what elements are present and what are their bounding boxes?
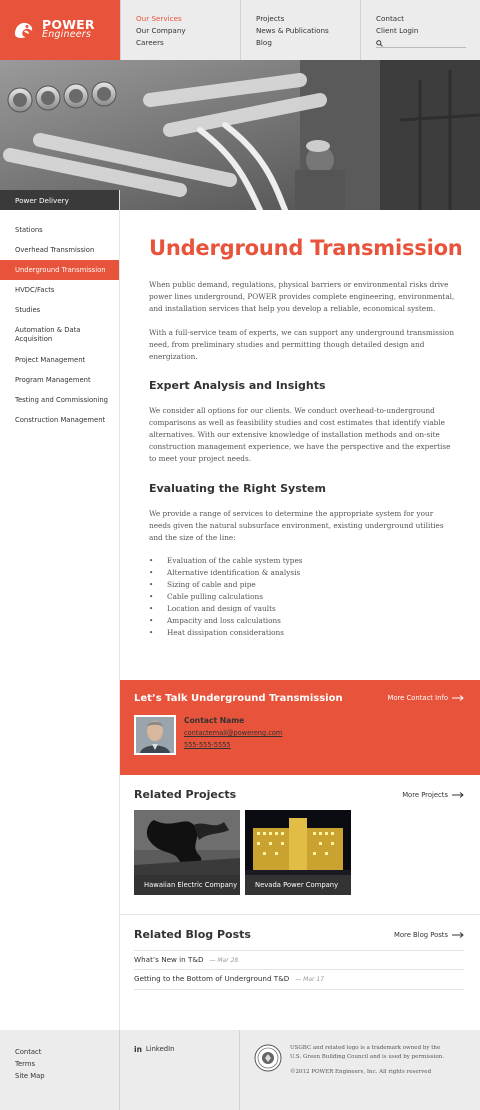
search-input[interactable]	[376, 39, 466, 48]
nav-our-services[interactable]: Our Services	[136, 13, 240, 25]
sidebar-item-overhead-transmission[interactable]: Overhead Transmission	[0, 240, 119, 260]
logo-mark-icon	[15, 22, 33, 38]
intro-paragraph-1: When public demand, regulations, physica…	[149, 280, 455, 313]
hero-image	[0, 60, 480, 210]
blog-post-title[interactable]: Getting to the Bottom of Underground T&D	[134, 974, 289, 983]
arrow-right-icon	[452, 695, 464, 701]
footer-link-terms[interactable]: Terms	[15, 1058, 119, 1070]
blog-post-date: Mar 28	[217, 957, 239, 964]
usgbc-trademark-text: USGBC and related logo is a trademark ow…	[290, 1045, 444, 1060]
logo-text-line2: Engineers	[42, 29, 92, 40]
services-list: Evaluation of the cable system types Alt…	[149, 555, 449, 639]
contact-avatar	[134, 715, 176, 755]
sidebar: Power Delivery Stations Overhead Transmi…	[0, 190, 120, 1030]
more-blog-posts-link[interactable]: More Blog Posts	[394, 931, 464, 939]
blog-post-date: Mar 17	[303, 976, 325, 983]
more-projects-link[interactable]: More Projects	[402, 791, 464, 799]
nav-news-publications[interactable]: News & Publications	[256, 25, 360, 37]
blog-post-row[interactable]: Getting to the Bottom of Underground T&D…	[134, 970, 464, 990]
search-icon[interactable]	[376, 39, 383, 47]
sidebar-item-program-management[interactable]: Program Management	[0, 370, 119, 390]
nav-column-1: Our Services Our Company Careers	[120, 0, 240, 60]
contact-name: Contact Name	[184, 716, 245, 725]
linkedin-label: LinkedIn	[145, 1045, 175, 1053]
sidebar-item-testing-commissioning[interactable]: Testing and Commissioning	[0, 390, 119, 410]
site-footer: Contact Terms Site Map in LinkedIn USGBC…	[0, 1030, 480, 1110]
list-item: Evaluation of the cable system types	[149, 555, 449, 567]
sidebar-item-underground-transmission[interactable]: Underground Transmission	[0, 260, 119, 280]
project-tile-hawaiian-electric[interactable]: Hawaiian Electric Company	[134, 810, 240, 895]
hero-construction-photo	[0, 60, 480, 210]
linkedin-icon: in	[134, 1045, 142, 1054]
footer-link-contact[interactable]: Contact	[15, 1046, 119, 1058]
project-tile-caption: Nevada Power Company	[245, 875, 351, 895]
sidebar-item-hvdc-facts[interactable]: HVDC/Facts	[0, 280, 119, 300]
intro-paragraph-2: With a full-service team of experts, we …	[149, 328, 455, 361]
list-item: Sizing of cable and pipe	[149, 579, 449, 591]
list-item: Alternative identification & analysis	[149, 567, 449, 579]
logo[interactable]: POWER Engineers	[0, 0, 120, 60]
page-title: Underground Transmission	[149, 236, 463, 260]
nav-projects[interactable]: Projects	[256, 13, 360, 25]
nav-column-2: Projects News & Publications Blog	[240, 0, 360, 60]
sidebar-item-studies[interactable]: Studies	[0, 300, 119, 320]
more-projects-label: More Projects	[402, 791, 448, 799]
blog-post-row[interactable]: What’s New in T&D — Mar 28	[134, 950, 464, 970]
site-header: POWER Engineers Our Services Our Company…	[0, 0, 480, 60]
arrow-right-icon	[452, 932, 464, 938]
footer-link-site-map[interactable]: Site Map	[15, 1070, 119, 1082]
expert-paragraph: We consider all options for our clients.…	[149, 406, 451, 463]
related-projects-title: Related Projects	[134, 788, 237, 801]
contact-phone-link[interactable]: 555-555-5555	[184, 741, 231, 749]
related-blog-posts-title: Related Blog Posts	[134, 928, 251, 941]
contact-title: Let’s Talk Underground Transmission	[134, 693, 343, 704]
nav-contact[interactable]: Contact	[376, 13, 480, 25]
heading-expert-analysis: Expert Analysis and Insights	[149, 379, 326, 392]
usgbc-seal-icon	[254, 1044, 282, 1072]
nav-our-company[interactable]: Our Company	[136, 25, 240, 37]
sidebar-item-project-management[interactable]: Project Management	[0, 350, 119, 370]
more-blog-posts-label: More Blog Posts	[394, 931, 448, 939]
evaluating-paragraph: We provide a range of services to determ…	[149, 509, 444, 542]
more-contact-info-link[interactable]: More Contact Info	[388, 694, 464, 702]
sidebar-list: Stations Overhead Transmission Undergrou…	[0, 210, 119, 430]
list-item: Ampacity and loss calculations	[149, 615, 449, 627]
sidebar-item-stations[interactable]: Stations	[0, 220, 119, 240]
list-item: Location and design of vaults	[149, 603, 449, 615]
copyright-text: ©2012 POWER Engineers, Inc. All rights r…	[290, 1069, 432, 1075]
footer-social[interactable]: in LinkedIn	[120, 1030, 240, 1110]
contact-email-link[interactable]: contactemail@powereng.com	[184, 729, 282, 737]
project-tile-caption: Hawaiian Electric Company	[134, 875, 240, 895]
footer-legal: USGBC and related logo is a trademark ow…	[240, 1030, 480, 1110]
section-divider	[120, 914, 480, 915]
blog-post-title[interactable]: What’s New in T&D	[134, 955, 204, 964]
list-item: Heat dissipation considerations	[149, 627, 449, 639]
nav-column-3: Contact Client Login	[360, 0, 480, 60]
nav-client-login[interactable]: Client Login	[376, 25, 480, 37]
sidebar-item-construction-management[interactable]: Construction Management	[0, 410, 119, 430]
more-contact-info-label: More Contact Info	[387, 694, 448, 702]
sidebar-heading[interactable]: Power Delivery	[0, 190, 119, 210]
nav-blog[interactable]: Blog	[256, 37, 360, 49]
arrow-right-icon	[452, 792, 464, 798]
sidebar-item-automation-data-acquisition[interactable]: Automation & Data Acquisition	[0, 320, 90, 350]
footer-links: Contact Terms Site Map	[0, 1030, 120, 1110]
main-nav: Our Services Our Company Careers Project…	[120, 0, 480, 60]
heading-evaluating-system: Evaluating the Right System	[149, 482, 326, 495]
contact-band: Let’s Talk Underground Transmission More…	[120, 680, 480, 775]
list-item: Cable pulling calculations	[149, 591, 449, 603]
project-tile-nevada-power[interactable]: Nevada Power Company	[245, 810, 351, 895]
contact-portrait-image	[136, 717, 174, 753]
nav-careers[interactable]: Careers	[136, 37, 240, 49]
